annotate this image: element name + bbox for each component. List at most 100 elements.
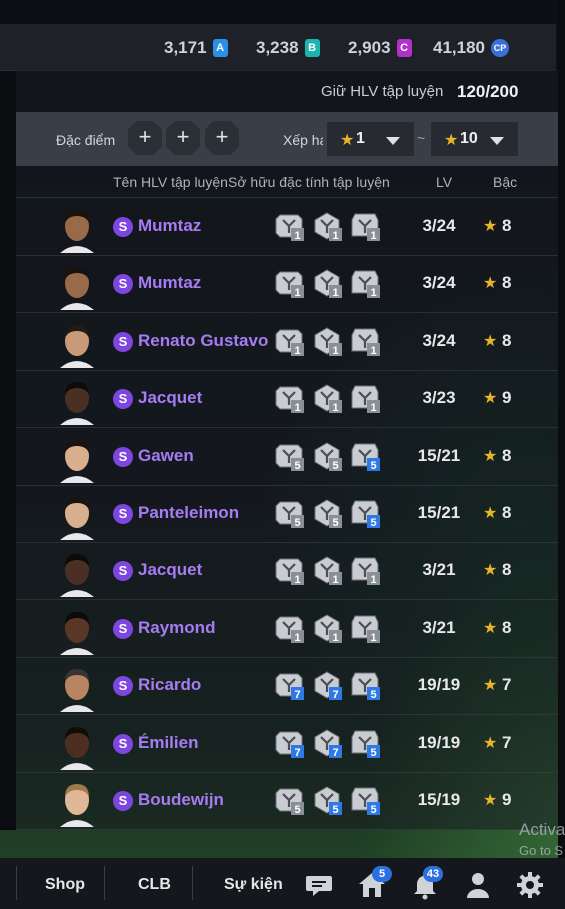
trainer-row[interactable]: S Raymond 1 1 1 3/21 ★ 8 <box>16 600 558 658</box>
trainer-avatar <box>60 784 94 827</box>
training-trait-icon[interactable]: 7 <box>274 728 304 758</box>
training-trait-icon[interactable]: 1 <box>350 268 380 299</box>
training-trait-icon[interactable]: 1 <box>312 326 342 356</box>
training-trait-icon[interactable]: 1 <box>312 268 342 299</box>
trainer-name: Renato Gustavo <box>138 330 269 350</box>
training-trait-icon[interactable]: 1 <box>312 555 342 586</box>
chevron-down-icon <box>386 137 400 145</box>
training-trait-icon[interactable]: 5 <box>350 728 380 758</box>
trainer-level: 3/21 <box>422 617 456 637</box>
training-trait-icon[interactable]: 5 <box>312 785 342 815</box>
trainer-grade: 7 <box>502 675 512 695</box>
trainer-row[interactable]: S Mumtaz 1 1 1 3/24 ★ 8 <box>16 198 558 256</box>
trainer-name: Jacquet <box>138 560 203 580</box>
nav-divider <box>16 866 17 900</box>
trait-level: 1 <box>370 632 376 643</box>
trainer-name: Gawen <box>138 445 194 465</box>
trainer-level: 15/19 <box>417 790 461 809</box>
trainer-row[interactable]: S Ricardo 7 7 5 19/19 ★ 7 <box>16 657 558 716</box>
trainer-level: 3/21 <box>422 560 456 580</box>
grade-s-icon: S <box>113 791 133 811</box>
training-trait-icon[interactable]: 5 <box>312 498 342 528</box>
currency-b: 3,238 B <box>256 38 320 58</box>
nav-shop[interactable]: Shop <box>45 876 85 894</box>
trait-level: 1 <box>332 287 338 298</box>
nav-club[interactable]: CLB <box>138 876 171 894</box>
training-trait-icon[interactable]: 5 <box>350 498 380 528</box>
column-header-name[interactable]: Tên HLV tập luyện <box>113 174 228 190</box>
trait-level: 1 <box>294 402 300 413</box>
grade-s-icon: S <box>113 733 133 754</box>
training-trait-icon[interactable]: 1 <box>274 211 304 241</box>
training-trait-icon[interactable]: 5 <box>274 441 304 471</box>
trainer-avatar <box>60 554 94 598</box>
right-edge <box>558 0 565 909</box>
column-header-lv[interactable]: LV <box>436 174 452 190</box>
currency-cp-value: 41,180 <box>433 38 485 57</box>
training-trait-icon[interactable]: 1 <box>274 268 304 299</box>
training-trait-icon[interactable]: 1 <box>350 326 380 356</box>
trainer-grade: 8 <box>502 445 512 465</box>
training-trait-icon[interactable]: 5 <box>312 441 342 471</box>
trainer-avatar <box>60 611 94 655</box>
training-trait-icon[interactable]: 1 <box>312 383 342 414</box>
star-icon: ★ <box>483 275 498 293</box>
trainer-name: Mumtaz <box>138 273 202 293</box>
grade-s-icon: S <box>113 561 133 582</box>
bell-notification-badge: 43 <box>423 866 443 882</box>
trainer-avatar <box>60 382 94 426</box>
training-trait-icon[interactable]: 1 <box>312 613 342 643</box>
grade-s-icon: S <box>113 217 133 237</box>
trainer-row[interactable]: S Jacquet 1 1 1 3/23 ★ 9 <box>16 370 558 429</box>
trait-level: 5 <box>332 804 338 815</box>
trainer-avatar <box>60 439 94 483</box>
trainer-row[interactable]: S Jacquet 1 1 1 3/21 ★ 8 <box>16 542 558 601</box>
training-trait-icon[interactable]: 1 <box>274 613 304 643</box>
training-trait-icon[interactable]: 1 <box>274 383 304 414</box>
trainer-grade: 9 <box>502 388 512 408</box>
training-trait-icon[interactable]: 5 <box>350 670 380 701</box>
trait-level: 5 <box>370 804 376 815</box>
chat-bubble-icon[interactable] <box>304 870 334 900</box>
trainer-row[interactable]: S Renato Gustavo 1 1 1 3/24 ★ 8 <box>16 313 558 371</box>
trainer-level: 19/19 <box>417 732 461 752</box>
trainer-row[interactable]: S Gawen 5 5 5 15/21 ★ 8 <box>16 428 558 486</box>
training-trait-icon[interactable]: 1 <box>350 555 380 586</box>
trait-level: 5 <box>370 460 376 471</box>
training-trait-icon[interactable]: 1 <box>350 383 380 414</box>
rank-to-select[interactable]: ★ 10 <box>431 122 518 156</box>
left-edge <box>0 70 16 830</box>
trainer-grade: 7 <box>502 732 512 752</box>
trainer-row[interactable]: S Émilien 7 7 5 19/19 ★ 7 <box>16 715 558 773</box>
trainer-row[interactable]: S Mumtaz 1 1 1 3/24 ★ 8 <box>16 255 558 314</box>
training-trait-icon[interactable]: 1 <box>350 211 380 241</box>
trainer-level: 19/19 <box>417 675 461 695</box>
column-header-grade[interactable]: Bậc <box>493 174 517 190</box>
person-icon[interactable] <box>463 870 493 900</box>
training-trait-icon[interactable]: 7 <box>312 728 342 758</box>
currency-cp: 41,180 CP <box>433 38 509 58</box>
trainer-name: Ricardo <box>138 675 202 695</box>
trainer-grade: 8 <box>502 503 512 522</box>
training-trait-icon[interactable]: 1 <box>312 211 342 241</box>
trait-level: 1 <box>294 632 300 643</box>
training-trait-icon[interactable]: 5 <box>350 441 380 471</box>
trainer-row[interactable]: S Boudewijn 5 5 5 15/19 ★ 9 <box>16 772 558 830</box>
training-trait-icon[interactable]: 5 <box>350 785 380 815</box>
star-icon: ★ <box>483 447 498 465</box>
training-trait-icon[interactable]: 7 <box>274 670 304 701</box>
gear-icon[interactable] <box>515 870 545 900</box>
training-trait-icon[interactable]: 1 <box>274 555 304 586</box>
trait-level: 7 <box>294 747 300 758</box>
trainer-row[interactable]: S Panteleimon 5 5 5 15/21 ★ 8 <box>16 485 558 543</box>
training-trait-icon[interactable]: 1 <box>274 326 304 356</box>
nav-event[interactable]: Sự kiện <box>224 876 283 894</box>
training-trait-icon[interactable]: 5 <box>274 498 304 528</box>
rank-from-select[interactable]: ★ 1 <box>327 122 414 156</box>
training-trait-icon[interactable]: 5 <box>274 785 304 815</box>
training-trait-icon[interactable]: 7 <box>312 670 342 701</box>
add-trait-filter-1-button[interactable]: + <box>128 121 162 155</box>
add-trait-filter-3-button[interactable]: + <box>205 121 239 155</box>
add-trait-filter-2-button[interactable]: + <box>166 121 200 155</box>
training-trait-icon[interactable]: 1 <box>350 613 380 643</box>
